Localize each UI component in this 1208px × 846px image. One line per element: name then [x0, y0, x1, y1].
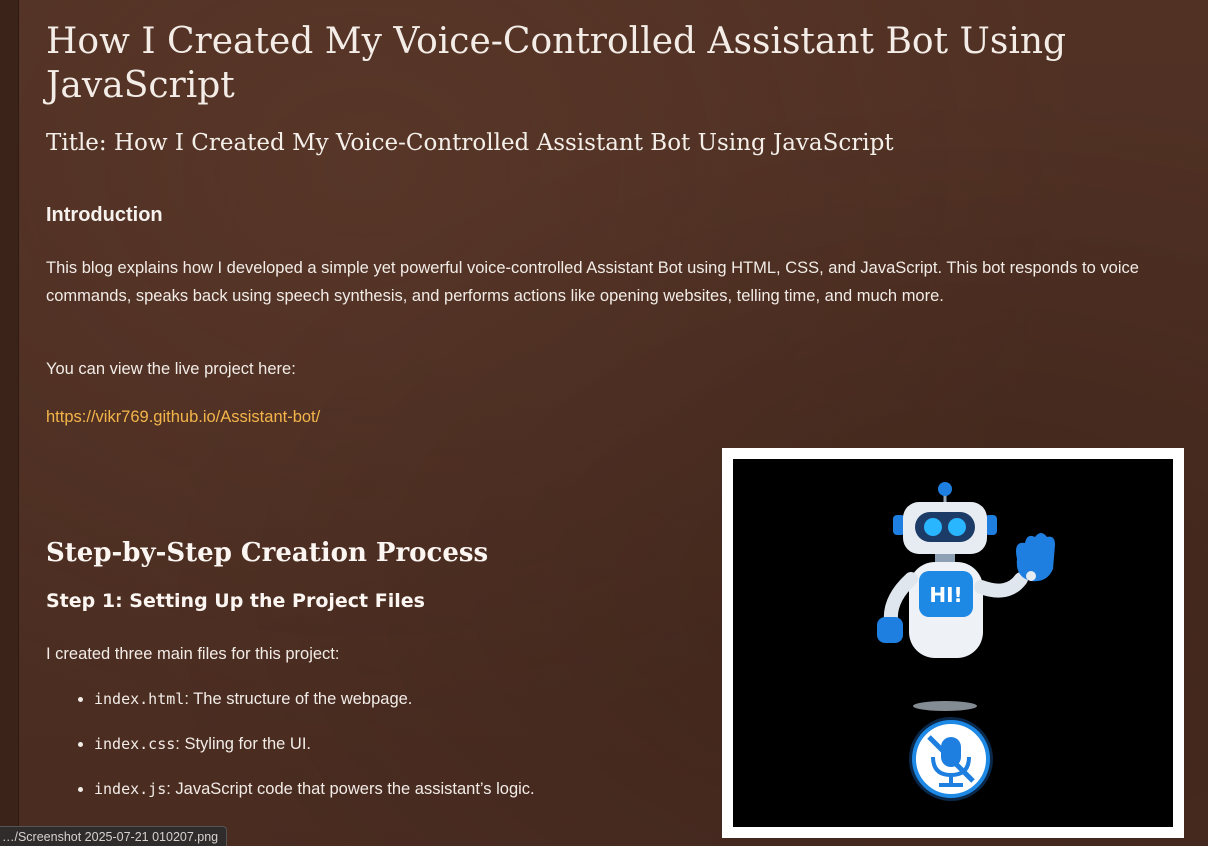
post-subtitle: Title: How I Created My Voice-Controlled… [46, 130, 894, 156]
file-name: index.js [94, 780, 167, 798]
hi-badge-text: HI! [929, 583, 962, 607]
robot-icon: HI! [877, 482, 1055, 711]
file-name: index.html [94, 690, 185, 708]
steps-heading: Step-by-Step Creation Process [46, 538, 489, 568]
list-item: index.css: Styling for the UI. [94, 731, 535, 776]
file-name: index.css [94, 735, 176, 753]
step1-text: I created three main files for this proj… [46, 645, 340, 663]
assistant-bot-image: HI! [722, 448, 1184, 838]
file-desc: : Styling for the UI. [175, 735, 312, 753]
step1-heading: Step 1: Setting Up the Project Files [46, 590, 425, 612]
intro-paragraph: This blog explains how I developed a sim… [46, 259, 1139, 305]
post-title: How I Created My Voice-Controlled Assist… [46, 21, 1067, 106]
list-item: index.js: JavaScript code that powers th… [94, 776, 535, 821]
intro-heading: Introduction [46, 204, 163, 226]
status-bar-path: …/Screenshot 2025-07-21 010207.png [0, 826, 228, 846]
file-desc: : JavaScript code that powers the assist… [166, 780, 535, 798]
mic-off-icon [909, 717, 993, 801]
live-project-link[interactable]: https://vikr769.github.io/Assistant-bot/ [46, 403, 320, 431]
live-project-text: You can view the live project here: [46, 360, 296, 378]
list-item: index.html: The structure of the webpage… [94, 686, 535, 731]
page-left-edge [0, 0, 19, 846]
file-desc: : The structure of the webpage. [184, 690, 413, 708]
file-list: index.html: The structure of the webpage… [74, 686, 535, 821]
image-canvas: HI! [733, 459, 1173, 827]
